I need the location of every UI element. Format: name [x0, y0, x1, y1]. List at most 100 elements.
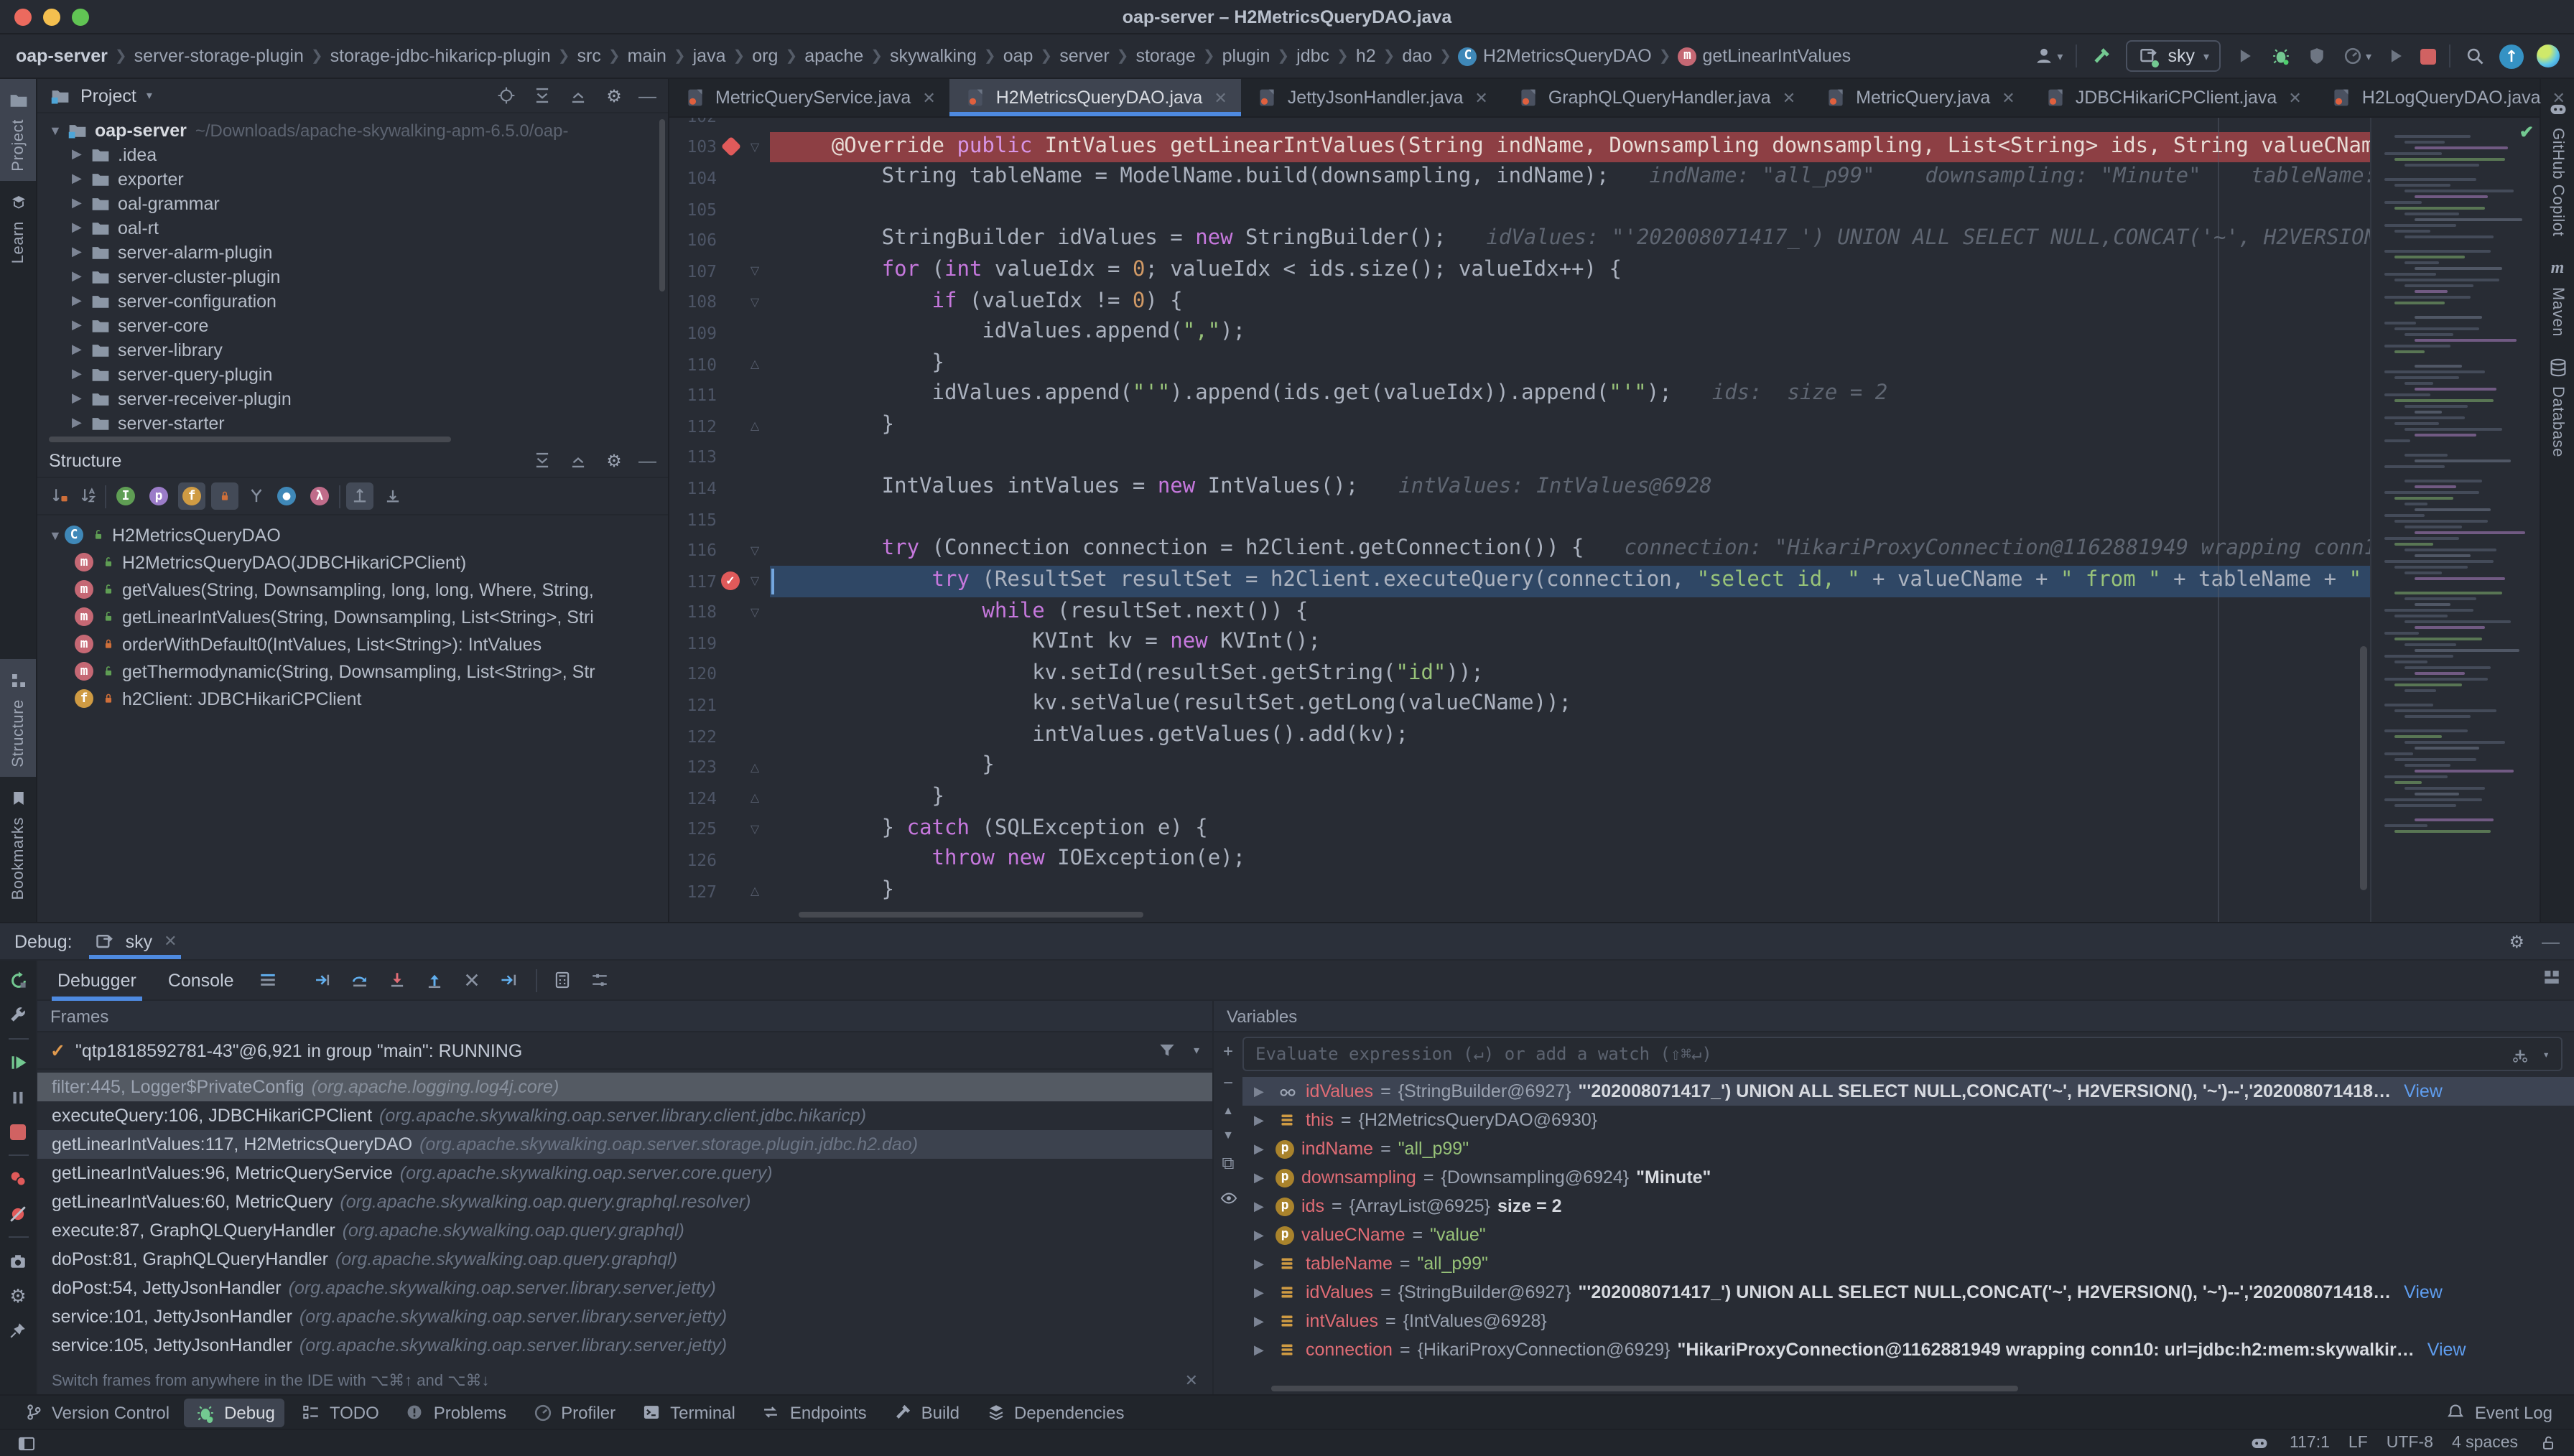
structure-member-row[interactable]: fh2Client: JDBCHikariCPClient: [37, 685, 668, 712]
profiler-button[interactable]: ▾: [2341, 45, 2371, 67]
variables-horizontal-scrollbar[interactable]: [1271, 1386, 2018, 1391]
line-number[interactable]: 120: [669, 664, 717, 684]
toolbar-item-debug[interactable]: Debug: [184, 1398, 285, 1427]
editor-tab-H2LogQueryDAO-java[interactable]: H2LogQueryDAO.java✕: [2316, 79, 2574, 116]
line-number[interactable]: 127: [669, 881, 717, 901]
variable-row-connection[interactable]: ▶connection = {HikariProxyConnection@692…: [1242, 1335, 2574, 1364]
show-watches-in-variables-button[interactable]: [1217, 1186, 1240, 1211]
collapse-icon[interactable]: [567, 449, 590, 472]
show-fields-toggle[interactable]: f: [178, 482, 205, 510]
code-line-120[interactable]: 120 kv.setId(resultSet.getString("id"));: [669, 658, 2370, 689]
line-number[interactable]: 107: [669, 261, 717, 281]
chevron-right-icon[interactable]: ▶: [72, 146, 88, 162]
fold-marker[interactable]: ▽: [744, 141, 766, 154]
tree-item-exporter[interactable]: ▶exporter: [37, 167, 668, 191]
variable-row-tableName[interactable]: ▶tableName = "all_p99": [1242, 1249, 2574, 1278]
hide-panel-icon[interactable]: —: [638, 85, 656, 106]
restore-layout-button[interactable]: [2540, 966, 2563, 989]
add-watch-button[interactable]: +: [1223, 1041, 1233, 1061]
breadcrumb-item[interactable]: server: [1058, 46, 1110, 66]
debug-button[interactable]: [2269, 45, 2292, 67]
stack-frame-row[interactable]: filter:445, Logger$PrivateConfig(org.apa…: [37, 1073, 1212, 1101]
code-line-105[interactable]: 105: [669, 194, 2370, 225]
toolbar-item-profiler[interactable]: Profiler: [521, 1398, 626, 1427]
close-tab-icon[interactable]: ✕: [922, 88, 935, 107]
gear-icon[interactable]: ⚙: [603, 84, 626, 107]
move-watch-down-button[interactable]: ▼: [1222, 1129, 1234, 1142]
variable-row-downsampling[interactable]: ▶pdownsampling = {Downsampling@6924} "Mi…: [1242, 1163, 2574, 1192]
force-step-into-button[interactable]: [386, 969, 409, 991]
tree-item-oal-grammar[interactable]: ▶oal-grammar: [37, 191, 668, 215]
breadcrumb-item[interactable]: org: [751, 46, 779, 66]
line-number[interactable]: 102: [669, 118, 717, 126]
fold-marker[interactable]: ▽: [744, 574, 766, 587]
stack-frame-row[interactable]: doPost:81, GraphQLQueryHandler(org.apach…: [37, 1245, 1212, 1274]
line-number[interactable]: 115: [669, 509, 717, 529]
expand-icon[interactable]: [531, 84, 554, 107]
stack-frame-row[interactable]: service:101, JettyJsonHandler(org.apache…: [37, 1302, 1212, 1331]
stop-button[interactable]: [5, 1119, 31, 1144]
chevron-down-icon[interactable]: ▾: [1194, 1044, 1199, 1057]
toolbar-item-build[interactable]: Build: [881, 1398, 970, 1427]
rerun-button[interactable]: [5, 968, 31, 994]
code-minimap[interactable]: [2370, 118, 2540, 922]
variable-row-indName[interactable]: ▶pindName = "all_p99": [1242, 1134, 2574, 1163]
line-ending[interactable]: LF: [2348, 1434, 2368, 1452]
line-number[interactable]: 103: [669, 137, 717, 157]
fold-marker[interactable]: △: [744, 419, 766, 432]
sidebar-item-structure[interactable]: Structure: [0, 659, 36, 778]
inspections-ok-icon[interactable]: ✔: [2519, 122, 2534, 142]
thread-dump-button[interactable]: [5, 1248, 31, 1274]
chevron-down-icon[interactable]: ▼: [49, 123, 65, 137]
chevron-right-icon[interactable]: ▶: [72, 391, 88, 406]
minimize-window-button[interactable]: [43, 8, 60, 25]
variable-row-intValues[interactable]: ▶intValues = {IntValues@6928}: [1242, 1307, 2574, 1335]
editor-tab-MetricQueryService-java[interactable]: MetricQueryService.java✕: [669, 79, 950, 116]
code-line-114[interactable]: 114 IntValues intValues = new IntValues(…: [669, 472, 2370, 503]
tree-item-server-receiver-plugin[interactable]: ▶server-receiver-plugin: [37, 386, 668, 411]
breadcrumb-item[interactable]: main: [626, 46, 668, 66]
code-line-127[interactable]: 127△ }: [669, 876, 2370, 907]
mute-breakpoints-button[interactable]: [5, 1200, 31, 1226]
toolbar-item-terminal[interactable]: Terminal: [630, 1398, 745, 1427]
fold-marker[interactable]: △: [744, 792, 766, 805]
structure-root-row[interactable]: ▼CH2MetricsQueryDAO: [37, 521, 668, 549]
chevron-right-icon[interactable]: ▶: [1254, 1284, 1268, 1300]
view-value-link[interactable]: View: [2404, 1081, 2443, 1101]
debugger-tab-console[interactable]: Console: [159, 966, 243, 994]
gear-icon[interactable]: ⚙: [603, 449, 626, 472]
fold-marker[interactable]: △: [744, 885, 766, 897]
locate-icon[interactable]: [495, 84, 518, 107]
close-tab-icon[interactable]: ✕: [1214, 88, 1227, 107]
debugger-settings-button[interactable]: ⚙: [5, 1282, 31, 1308]
toolbar-item-version-control[interactable]: Version Control: [11, 1398, 180, 1427]
toolbar-item-dependencies[interactable]: Dependencies: [974, 1398, 1134, 1427]
method-breakpoint-icon[interactable]: [720, 137, 740, 157]
editor-tab-MetricQuery-java[interactable]: MetricQuery.java✕: [1810, 79, 2030, 116]
breadcrumb-item[interactable]: server-storage-plugin: [133, 46, 305, 66]
toolbar-item-endpoints[interactable]: Endpoints: [750, 1398, 877, 1427]
show-lambdas-toggle[interactable]: λ: [306, 482, 333, 510]
show-non-public-toggle[interactable]: [211, 482, 238, 510]
breadcrumb-item[interactable]: oap-server: [14, 46, 109, 66]
sidebar-item-bookmarks[interactable]: Bookmarks: [0, 778, 36, 910]
breadcrumb-item[interactable]: oap: [1002, 46, 1035, 66]
close-tab-icon[interactable]: ✕: [1783, 88, 1795, 107]
breadcrumb-item[interactable]: storage-jdbc-hikaricp-plugin: [329, 46, 552, 66]
code-line-104[interactable]: 104 String tableName = ModelName.build(d…: [669, 162, 2370, 193]
debug-session-tab[interactable]: sky ✕: [87, 923, 185, 959]
chevron-right-icon[interactable]: ▶: [72, 366, 88, 382]
code-line-103[interactable]: 103▽ @Override public IntValues getLinea…: [669, 131, 2370, 162]
line-number[interactable]: 116: [669, 540, 717, 560]
project-horizontal-scrollbar[interactable]: [49, 437, 451, 442]
thread-selector[interactable]: ✓ "qtp1818592781-43"@6,921 in group "mai…: [37, 1032, 1212, 1070]
breadcrumb-class[interactable]: CH2MetricsQueryDAO: [1457, 46, 1653, 66]
chevron-right-icon[interactable]: ▶: [72, 415, 88, 431]
line-number[interactable]: 119: [669, 633, 717, 653]
chevron-right-icon[interactable]: ▶: [72, 342, 88, 358]
stack-frame-row[interactable]: getLinearIntValues:60, MetricQuery(org.a…: [37, 1187, 1212, 1216]
close-icon[interactable]: ✕: [164, 932, 177, 951]
unlock-icon[interactable]: [2537, 1432, 2560, 1455]
user-menu[interactable]: ▾: [2032, 45, 2063, 67]
code-line-112[interactable]: 112△ }: [669, 411, 2370, 442]
